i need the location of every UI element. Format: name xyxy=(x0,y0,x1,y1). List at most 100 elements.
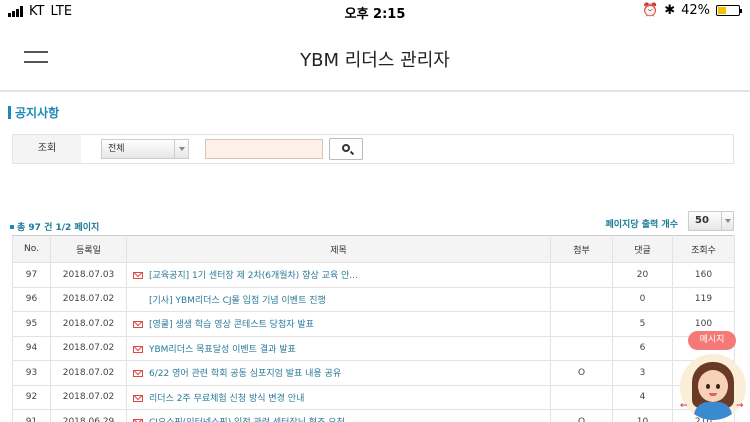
mail-icon xyxy=(133,321,143,329)
page-title: YBM 리더스 관리자 xyxy=(300,50,450,71)
search-panel: 조회 전체 xyxy=(12,134,734,164)
table-row[interactable]: 94 2018.07.02 YBM리더스 목표달성 이벤트 결과 발표 6 xyxy=(12,335,735,361)
search-type-select[interactable]: 전체 xyxy=(101,139,189,159)
title-cell[interactable]: [기사] YBM리더스 CJ몰 입점 기념 이벤트 진행 xyxy=(126,286,551,312)
comments-cell: 4 xyxy=(612,384,673,410)
column-header: 등록일 xyxy=(50,235,127,263)
bullet-icon xyxy=(10,224,14,229)
avatar-shirt xyxy=(694,402,732,420)
search-button[interactable] xyxy=(329,138,363,160)
notice-title-link[interactable]: CJ오쇼핑(인터넷쇼핑) 입점 관련 센터장님 협조 요청 xyxy=(149,418,345,422)
no-cell: 92 xyxy=(12,384,51,410)
date-cell: 2018.07.02 xyxy=(50,286,127,312)
status-bar: KT LTE 오후 2:15 ⏰ ✱ 42% xyxy=(0,0,750,24)
table-row[interactable]: 92 2018.07.02 리더스 2주 무료체험 신청 방식 변경 안내 4 xyxy=(12,384,735,410)
attach-cell xyxy=(550,311,613,337)
battery-percent: 42% xyxy=(681,3,710,18)
search-input[interactable] xyxy=(205,139,323,159)
prev-arrow-icon[interactable]: ← xyxy=(680,401,688,411)
views-cell: 119 xyxy=(672,286,735,312)
search-label: 조회 xyxy=(13,135,81,163)
bluetooth-icon: ✱ xyxy=(664,3,676,18)
battery-icon xyxy=(716,5,742,16)
comments-cell: 3 xyxy=(612,360,673,386)
no-cell: 96 xyxy=(12,286,51,312)
date-cell: 2018.07.02 xyxy=(50,384,127,410)
table-row[interactable]: 96 2018.07.02 [기사] YBM리더스 CJ몰 입점 기념 이벤트 진행… xyxy=(12,286,735,312)
section-marker xyxy=(8,106,11,119)
avatar-eye xyxy=(716,384,720,389)
notice-title-link[interactable]: [영쿨] 생생 학습 영상 콘테스트 당첨자 발표 xyxy=(149,320,314,330)
comments-cell: 10 xyxy=(612,409,673,422)
no-cell: 91 xyxy=(12,409,51,422)
title-cell[interactable]: 6/22 영어 관련 학회 공동 심포지엄 발표 내용 공유 xyxy=(126,360,551,386)
comments-cell: 20 xyxy=(612,262,673,288)
attach-cell: O xyxy=(550,360,613,386)
comments-cell: 0 xyxy=(612,286,673,312)
no-cell: 94 xyxy=(12,335,51,361)
next-arrow-icon[interactable]: → xyxy=(736,401,744,411)
date-cell: 2018.07.02 xyxy=(50,311,127,337)
date-cell: 2018.07.03 xyxy=(50,262,127,288)
table-row[interactable]: 93 2018.07.02 6/22 영어 관련 학회 공동 심포지엄 발표 내용 … xyxy=(12,360,735,386)
total-count-text: 총 97 건 1/2 페이지 xyxy=(17,223,100,233)
mail-icon xyxy=(133,394,143,402)
comments-cell: 6 xyxy=(612,335,673,361)
table-row[interactable]: 912018.06.29 CJ오쇼핑(인터넷쇼핑) 입점 관련 센터장님 협조 요… xyxy=(12,409,735,422)
mail-icon xyxy=(133,272,143,280)
chevron-down-icon xyxy=(174,140,188,158)
per-page-value: 50 xyxy=(695,215,709,226)
table-header-row: No. 등록일 제목 첨부 댓글 조회수 xyxy=(12,235,735,263)
attach-cell xyxy=(550,335,613,361)
attach-cell xyxy=(550,384,613,410)
per-page-label: 페이지당 출력 개수 xyxy=(605,220,678,230)
app-header: YBM 리더스 관리자 xyxy=(0,24,750,92)
column-header: 조회수 xyxy=(672,235,735,263)
comments-cell: 5 xyxy=(612,311,673,337)
views-cell: 160 xyxy=(672,262,735,288)
notice-table: No. 등록일 제목 첨부 댓글 조회수 97 2018.07.03 [교육공지] … xyxy=(12,235,735,422)
section-title-text: 공지사항 xyxy=(15,106,60,120)
table-row[interactable]: 95 2018.07.02 [영쿨] 생생 학습 영상 콘테스트 당첨자 발표 5 10… xyxy=(12,311,735,337)
notice-title-link[interactable]: [기사] YBM리더스 CJ몰 입점 기념 이벤트 진행 xyxy=(149,296,326,306)
attach-cell xyxy=(550,286,613,312)
title-cell[interactable]: YBM리더스 목표달성 이벤트 결과 발표 xyxy=(126,335,551,361)
avatar-face xyxy=(698,370,728,402)
section-title: 공지사항 xyxy=(8,104,59,121)
no-cell: 97 xyxy=(12,262,51,288)
notice-title-link[interactable]: YBM리더스 목표달성 이벤트 결과 발표 xyxy=(149,345,296,355)
date-cell: 2018.07.02 xyxy=(50,360,127,386)
title-cell[interactable]: [교육공지] 1기 센터장 제 2차(6개월차) 향상 교육 안... xyxy=(126,262,551,288)
attach-cell xyxy=(550,262,613,288)
date-cell: 2018.07.02 xyxy=(50,335,127,361)
status-right: ⏰ ✱ 42% xyxy=(642,3,742,18)
table-row[interactable]: 97 2018.07.03 [교육공지] 1기 센터장 제 2차(6개월차) 향상 … xyxy=(12,262,735,288)
avatar-mouth xyxy=(709,393,717,396)
date-cell: 2018.06.29 xyxy=(50,409,127,422)
notice-title-link[interactable]: [교육공지] 1기 센터장 제 2차(6개월차) 향상 교육 안... xyxy=(149,271,358,281)
avatar-eye xyxy=(706,384,710,389)
no-cell: 93 xyxy=(12,360,51,386)
message-bubble[interactable]: 메시지 xyxy=(688,331,736,350)
notice-title-link[interactable]: 6/22 영어 관련 학회 공동 심포지엄 발표 내용 공유 xyxy=(149,369,341,379)
attach-cell: O xyxy=(550,409,613,422)
per-page-select[interactable]: 50 xyxy=(688,211,734,231)
mail-icon xyxy=(133,345,143,353)
status-time: 오후 2:15 xyxy=(344,7,406,22)
battery-fill xyxy=(718,7,727,14)
column-header: No. xyxy=(12,235,51,263)
magnifier-icon xyxy=(342,144,350,152)
search-type-value: 전체 xyxy=(108,144,125,154)
alarm-icon: ⏰ xyxy=(642,3,659,18)
mail-icon xyxy=(133,370,143,378)
notice-title-link[interactable]: 리더스 2주 무료체험 신청 방식 변경 안내 xyxy=(149,394,304,404)
title-cell[interactable]: 리더스 2주 무료체험 신청 방식 변경 안내 xyxy=(126,384,551,410)
no-cell: 95 xyxy=(12,311,51,337)
title-cell[interactable]: [영쿨] 생생 학습 영상 콘테스트 당첨자 발표 xyxy=(126,311,551,337)
column-header: 첨부 xyxy=(550,235,613,263)
chevron-down-icon xyxy=(721,212,733,230)
column-header: 댓글 xyxy=(612,235,673,263)
column-header: 제목 xyxy=(126,235,551,263)
title-cell[interactable]: CJ오쇼핑(인터넷쇼핑) 입점 관련 센터장님 협조 요청 xyxy=(126,409,551,422)
total-count: 총 97 건 1/2 페이지 xyxy=(10,220,99,233)
